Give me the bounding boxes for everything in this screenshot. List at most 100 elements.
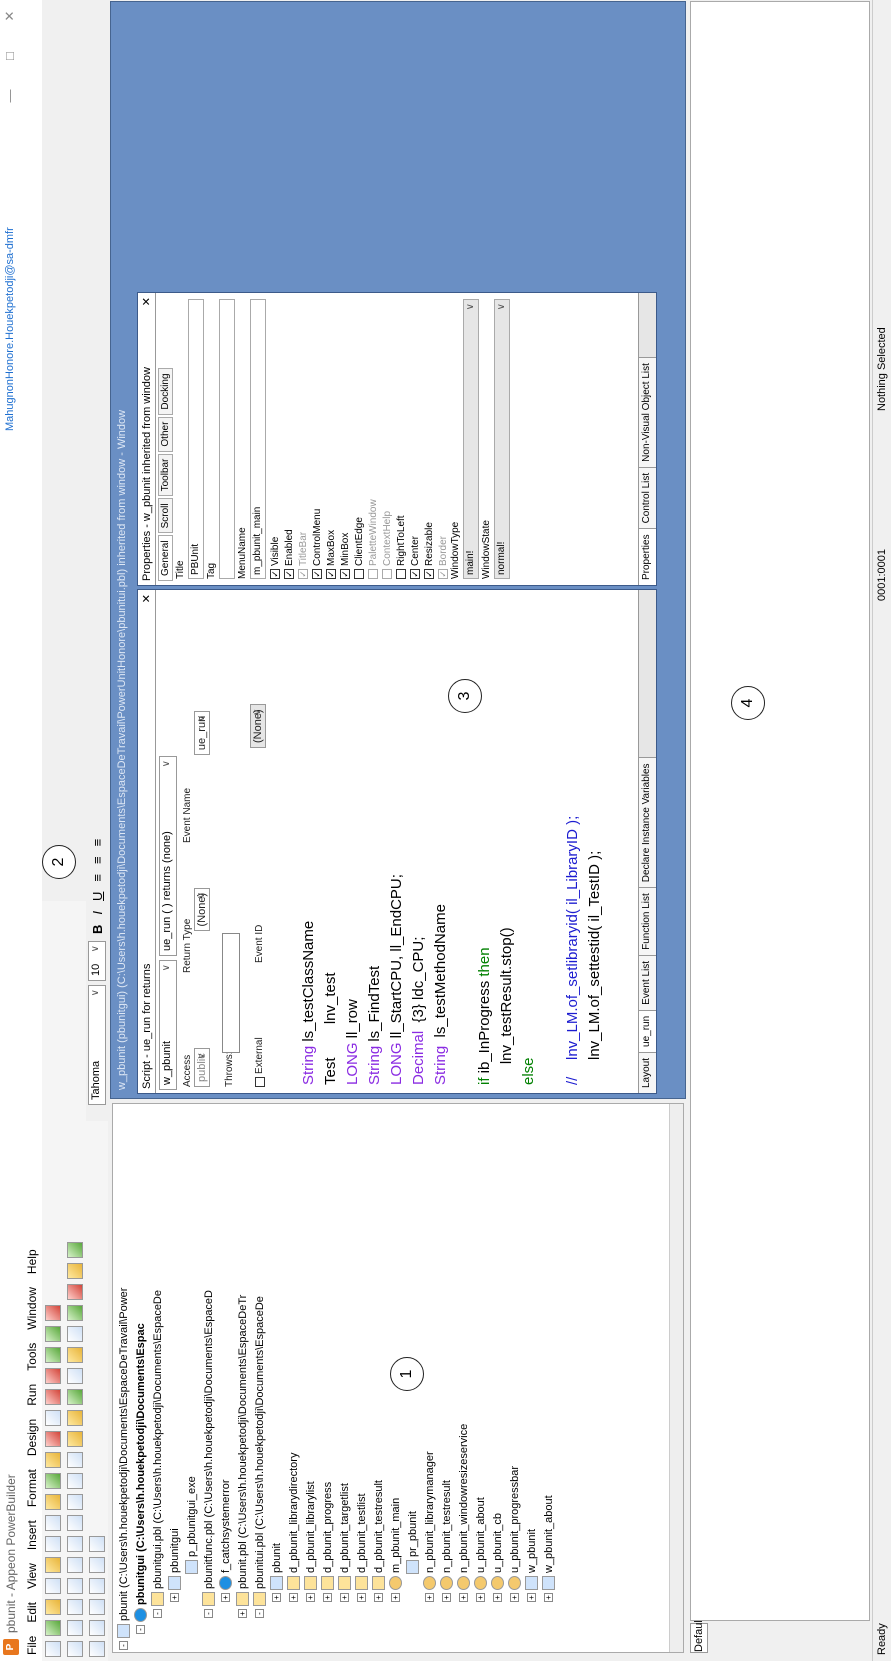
event-id-select[interactable]: (None) [250,704,266,749]
tab-event-list[interactable]: Event List [639,954,656,1010]
throws-input[interactable] [222,933,240,1053]
compile-icon[interactable] [67,1389,83,1405]
align-right-icon[interactable]: ≡ [90,836,105,850]
clear-breakpoints-icon[interactable] [45,1368,61,1384]
tag-input[interactable] [219,299,235,579]
tree-item[interactable]: + d_pbunit_librarylist [302,1120,319,1650]
find-icon[interactable] [67,1515,83,1531]
check-icon[interactable] [67,1305,83,1321]
undo-icon[interactable] [67,1557,83,1573]
expand-icon[interactable]: + [425,1593,434,1602]
align-center-icon[interactable]: ≡ [90,853,105,867]
deploy-icon[interactable] [45,1473,61,1489]
menu-file[interactable]: File [25,1636,39,1655]
title-input[interactable]: PBUnit [188,299,204,579]
tree-horizontal-scrollbar[interactable] [669,1104,683,1652]
select-icon[interactable] [45,1536,61,1552]
align-left-icon[interactable]: ≡ [90,871,105,885]
menu-window[interactable]: Window [25,1287,39,1330]
tag-icon[interactable] [67,1263,83,1279]
expand-icon[interactable]: + [442,1593,451,1602]
print-icon[interactable] [45,1410,61,1426]
expand-icon[interactable]: + [170,1593,179,1602]
event-name-input[interactable]: ue_run [194,710,210,756]
exit-icon[interactable] [45,1305,61,1321]
font-face-select[interactable]: Tahoma [88,985,106,1105]
debug-icon[interactable] [45,1389,61,1405]
stop-icon[interactable] [45,1431,61,1447]
expand-icon[interactable]: + [221,1593,230,1602]
expand-icon[interactable]: + [272,1593,281,1602]
tab-scroll[interactable]: Scroll [158,498,173,534]
collapse-icon[interactable]: - [119,1641,128,1650]
inherit-icon[interactable] [45,1620,61,1636]
expand-icon[interactable]: + [306,1593,315,1602]
checkbox-controlmenu[interactable]: ✓ ControlMenu [310,293,324,585]
tree-item[interactable]: + pbunit.pbl (C:\Users\h.houekpetodji\Doc… [234,1120,251,1650]
checkbox-resizable[interactable]: ✓ Resizable [422,293,436,585]
tree-item[interactable]: - pbunitgui.pbl (C:\Users\h.houekpetodji\… [149,1120,166,1650]
tree-item[interactable]: + w_pbunit_about [540,1120,557,1650]
size-icon[interactable] [89,1599,105,1615]
maximize-icon[interactable]: □ [2,42,20,70]
checkbox-enabled[interactable]: ✓ Enabled [282,293,296,585]
properties-close-icon[interactable]: ✕ [138,297,156,306]
copy-icon[interactable] [67,1599,83,1615]
indent-icon[interactable] [67,1431,83,1447]
access-select[interactable]: public [194,1048,210,1087]
expand-icon[interactable]: + [510,1593,519,1602]
align-icon[interactable] [89,1641,105,1657]
menu-edit[interactable]: Edit [25,1602,39,1623]
tab-other[interactable]: Other [158,416,173,452]
build-icon[interactable] [45,1494,61,1510]
event-select[interactable]: ue_run ( ) returns (none) [159,756,177,956]
checkbox-minbox[interactable]: ✓ MinBox [338,293,352,585]
checkbox-maxbox[interactable]: ✓ MaxBox [324,293,338,585]
tree-item[interactable]: + n_pbunit_windowresizeservice [455,1120,472,1650]
tree-item[interactable]: - pbunitgui (C:\Users\h.houekpetodji\Docu… [132,1120,149,1650]
expand-icon[interactable]: + [357,1593,366,1602]
expand-icon[interactable]: + [476,1593,485,1602]
tab-general[interactable]: General [158,535,173,581]
object-select[interactable]: w_pbunit [159,960,177,1090]
browser-icon[interactable] [67,1347,83,1363]
properties-icon[interactable] [67,1368,83,1384]
tree-item[interactable]: + f_catchsystemerror [217,1120,234,1650]
tab-ue-run[interactable]: ue_run [639,1009,656,1052]
redo-icon[interactable] [67,1536,83,1552]
tree-item[interactable]: + d_pbunit_librarydirectory [285,1120,302,1650]
menu-tools[interactable]: Tools [25,1343,39,1371]
checkbox-clientedge[interactable]: ClientEdge [352,293,366,585]
menuname-input[interactable]: m_pbunit_main [250,299,266,579]
tab-layout[interactable]: Layout [639,1051,656,1093]
tree-item[interactable]: - pbunitfunc.pbl (C:\Users\h.houekpetodji… [200,1120,217,1650]
menu-run[interactable]: Run [25,1384,39,1406]
expand-icon[interactable]: + [340,1593,349,1602]
tab-function-list[interactable]: Function List [639,887,656,955]
tree-item[interactable]: + d_pbunit_progress [319,1120,336,1650]
tree-item[interactable]: + n_pbunit_testresult [438,1120,455,1650]
tree-item[interactable]: + n_pbunit_librarymanager [421,1120,438,1650]
comment-icon[interactable] [67,1473,83,1489]
tree-item[interactable]: + d_pbunit_targetlist [336,1120,353,1650]
collapse-icon[interactable]: - [136,1625,145,1634]
expand-icon[interactable]: + [493,1593,502,1602]
tab-toolbar[interactable]: Toolbar [158,453,173,497]
tree-item[interactable]: p_pbunitgui_exe [183,1120,200,1650]
delete-icon[interactable] [67,1284,83,1300]
external-checkbox[interactable]: External [254,1037,265,1087]
workspace-icon[interactable] [45,1452,61,1468]
grid-icon[interactable] [89,1536,105,1552]
menu-insert[interactable]: Insert [25,1520,39,1550]
tree-item[interactable]: + d_pbunit_testresult [370,1120,387,1650]
collapse-icon[interactable]: - [153,1609,162,1618]
step-icon[interactable] [45,1326,61,1342]
expand-icon[interactable]: + [391,1593,400,1602]
tree-item[interactable]: - pbunitui.pbl (C:\Users\h.houekpetodji\D… [251,1120,268,1650]
tree-item[interactable]: + d_pbunit_testlist [353,1120,370,1650]
cut-icon[interactable] [67,1620,83,1636]
tree-item[interactable]: + u_pbunit_cb [489,1120,506,1650]
return-type-select[interactable]: (None) [194,887,210,932]
checkbox-center[interactable]: ✓ Center [408,293,422,585]
run-icon[interactable] [45,1347,61,1363]
